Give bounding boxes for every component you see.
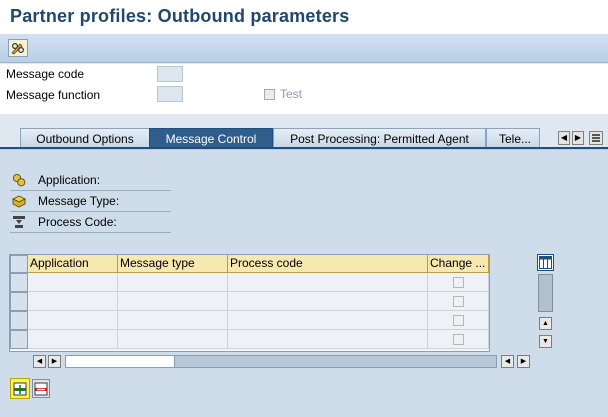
cell-process-code[interactable]: [228, 311, 428, 330]
delete-row-button[interactable]: [32, 379, 50, 398]
scroll-up-icon[interactable]: ▲: [539, 317, 552, 330]
change-checkbox[interactable]: [453, 296, 464, 307]
message-type-label: Message Type:: [38, 194, 120, 208]
horizontal-scrollbar[interactable]: [65, 355, 497, 368]
tab-telephony[interactable]: Tele...: [486, 128, 540, 148]
tab-outbound-options[interactable]: Outbound Options: [20, 128, 150, 148]
tab-list-icon[interactable]: [589, 131, 603, 145]
display-change-button[interactable]: [8, 39, 28, 57]
insert-row-button[interactable]: [10, 378, 30, 399]
tab-post-processing[interactable]: Post Processing: Permitted Agent: [273, 128, 486, 148]
scroll-left-end-icon[interactable]: ◀: [501, 355, 514, 368]
application-label: Application:: [38, 173, 101, 187]
row-selector[interactable]: [10, 273, 28, 292]
scroll-right-icon[interactable]: ▶: [48, 355, 61, 368]
cell-application[interactable]: [28, 330, 118, 349]
info-application: Application:: [10, 170, 171, 191]
cell-change: [428, 330, 489, 349]
tab-label: Post Processing: Permitted Agent: [290, 131, 469, 146]
scroll-left-icon[interactable]: ◀: [33, 355, 46, 368]
column-header-change[interactable]: Change ...: [428, 255, 489, 273]
horizontal-scrollbar-thumb[interactable]: [66, 356, 175, 367]
cell-application[interactable]: [28, 292, 118, 311]
vertical-scrollbar-thumb[interactable]: [538, 274, 553, 312]
column-header-process-code[interactable]: Process code: [228, 255, 428, 273]
cell-process-code[interactable]: [228, 273, 428, 292]
change-checkbox[interactable]: [453, 277, 464, 288]
message-control-table: Application Message type Process code Ch…: [9, 254, 490, 352]
application-toolbar: [0, 34, 608, 63]
test-label: Test: [280, 87, 303, 101]
header-area: Message code Message function: [0, 64, 608, 114]
select-all-cell[interactable]: [10, 255, 28, 273]
process-code-icon: [13, 216, 25, 228]
cell-application[interactable]: [28, 311, 118, 330]
message-type-icon: [12, 195, 26, 208]
cell-change: [428, 273, 489, 292]
row-selector[interactable]: [10, 292, 28, 311]
test-checkbox[interactable]: [264, 89, 275, 100]
tab-scroll-left-icon[interactable]: ◀: [558, 131, 570, 145]
cell-change: [428, 311, 489, 330]
cell-message-type[interactable]: [118, 330, 228, 349]
row-selector[interactable]: [10, 311, 28, 330]
insert-row-icon: [13, 382, 27, 395]
cell-process-code[interactable]: [228, 292, 428, 311]
cell-application[interactable]: [28, 273, 118, 292]
table-settings-icon: [539, 256, 552, 269]
message-code-field[interactable]: [157, 66, 183, 82]
tab-label: Message Control: [165, 131, 257, 146]
row-selector[interactable]: [10, 330, 28, 349]
column-header-application[interactable]: Application: [28, 255, 118, 273]
tab-label: Outbound Options: [36, 131, 134, 146]
page-title: Partner profiles: Outbound parameters: [10, 6, 350, 26]
tab-label: Tele...: [499, 131, 532, 146]
cell-message-type[interactable]: [118, 273, 228, 292]
cell-change: [428, 292, 489, 311]
message-function-label: Message function: [6, 88, 101, 102]
column-header-message-type[interactable]: Message type: [118, 255, 228, 273]
message-code-label: Message code: [6, 67, 85, 81]
title-bar: Partner profiles: Outbound parameters: [0, 0, 608, 34]
change-checkbox[interactable]: [453, 315, 464, 326]
change-checkbox[interactable]: [453, 334, 464, 345]
cell-message-type[interactable]: [118, 311, 228, 330]
message-function-field[interactable]: [157, 86, 183, 102]
table-settings-button[interactable]: [537, 254, 554, 271]
delete-row-icon: [34, 382, 48, 395]
application-icon: [12, 173, 26, 187]
scroll-down-icon[interactable]: ▼: [539, 335, 552, 348]
pencil-glasses-icon: [11, 42, 25, 55]
tab-message-control[interactable]: Message Control: [149, 128, 273, 148]
process-code-label: Process Code:: [38, 215, 117, 229]
info-process-code: Process Code:: [10, 212, 171, 233]
cell-message-type[interactable]: [118, 292, 228, 311]
info-message-type: Message Type:: [10, 191, 171, 212]
scroll-right-end-icon[interactable]: ▶: [517, 355, 530, 368]
tab-scroll-right-icon[interactable]: ▶: [572, 131, 584, 145]
cell-process-code[interactable]: [228, 330, 428, 349]
